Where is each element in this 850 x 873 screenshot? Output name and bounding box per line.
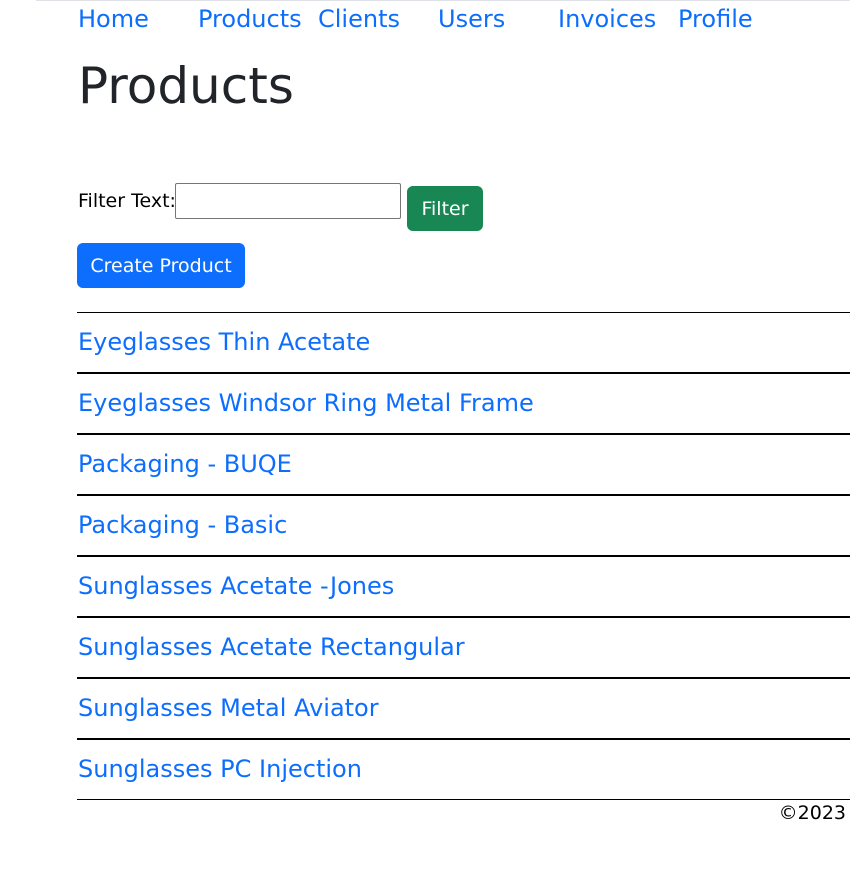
filter-label: Filter Text: (78, 190, 176, 212)
filter-text-input[interactable] (175, 183, 401, 219)
list-item: Sunglasses Acetate -Jones (77, 557, 850, 618)
page: Home Products Clients Users Invoices Pro… (0, 0, 850, 873)
list-item: Eyeglasses Windsor Ring Metal Frame (77, 374, 850, 435)
list-item: Packaging - Basic (77, 496, 850, 557)
product-link[interactable]: Sunglasses PC Injection (78, 754, 362, 784)
nav-link-invoices[interactable]: Invoices (558, 4, 656, 34)
create-product-button[interactable]: Create Product (77, 243, 245, 288)
main-nav: Home Products Clients Users Invoices Pro… (0, 0, 850, 40)
product-list: Eyeglasses Thin Acetate Eyeglasses Winds… (77, 312, 850, 800)
product-link[interactable]: Sunglasses Acetate Rectangular (78, 632, 465, 662)
list-item: Sunglasses PC Injection (77, 740, 850, 800)
filter-button[interactable]: Filter (407, 186, 483, 231)
nav-link-users[interactable]: Users (438, 4, 505, 34)
list-item: Packaging - BUQE (77, 435, 850, 496)
product-link[interactable]: Eyeglasses Thin Acetate (78, 327, 370, 357)
product-link[interactable]: Packaging - BUQE (78, 449, 292, 479)
product-link[interactable]: Packaging - Basic (78, 510, 287, 540)
product-link[interactable]: Sunglasses Metal Aviator (78, 693, 379, 723)
list-item: Sunglasses Metal Aviator (77, 679, 850, 740)
nav-link-home[interactable]: Home (78, 4, 149, 34)
footer-copyright: ©2023 (778, 802, 846, 824)
nav-link-clients[interactable]: Clients (318, 4, 400, 34)
list-item: Eyeglasses Thin Acetate (77, 313, 850, 374)
nav-link-products[interactable]: Products (198, 4, 302, 34)
list-item: Sunglasses Acetate Rectangular (77, 618, 850, 679)
product-link[interactable]: Eyeglasses Windsor Ring Metal Frame (78, 388, 534, 418)
product-link[interactable]: Sunglasses Acetate -Jones (78, 571, 394, 601)
page-title: Products (78, 57, 294, 115)
nav-link-profile[interactable]: Profile (678, 4, 753, 34)
